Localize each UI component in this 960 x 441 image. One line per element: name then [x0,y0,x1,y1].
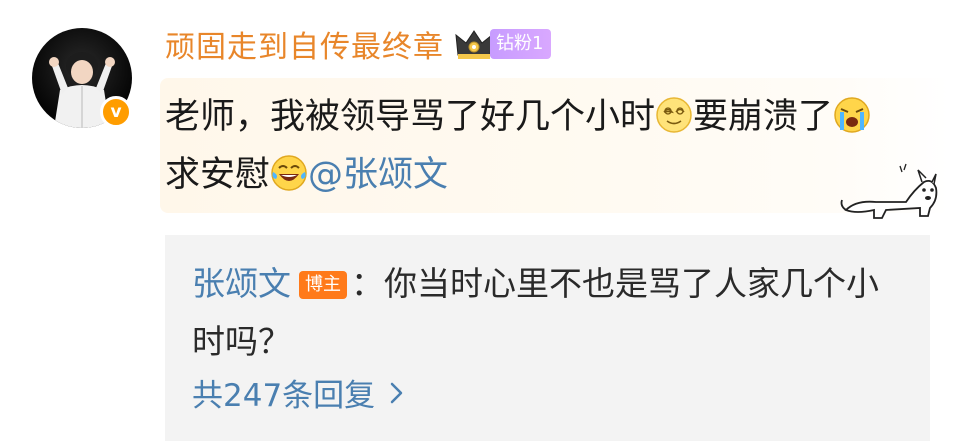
comment-text-part3: 求安慰 [165,155,271,195]
more-replies-link[interactable]: 共247条回复 [192,370,405,415]
more-replies-label: 共247条回复 [192,378,376,414]
username[interactable]: 顽固走到自传最终章 [165,22,444,66]
comment-header: 顽固走到自传最终章 钻粉1 [165,22,552,66]
dizzy-face-emoji [656,97,692,133]
host-badge: 博主 [299,271,347,299]
comment-text-part2: 要崩溃了 [693,97,834,137]
comment-text: 老师，我被领导骂了好几个小时 要崩溃了 求安慰 @张颂文 [165,88,905,204]
mention-link[interactable]: @张颂文 [308,155,448,195]
comment-text-part1: 老师，我被领导骂了好几个小时 [165,97,656,137]
fan-level-badge[interactable]: 钻粉1 [490,29,552,59]
chevron-right-icon [390,382,403,403]
laughing-tears-emoji [271,155,307,191]
crying-face-emoji [834,97,870,133]
crown-icon [455,30,493,59]
reply-body: ：你当时心里不也是骂了人家几个小时吗？ [192,264,879,361]
verified-v-icon: v [100,96,132,128]
reply-author[interactable]: 张颂文 [192,264,291,303]
dog-sticker [840,163,938,219]
reply-text: 张颂文 博主 ：你当时心里不也是骂了人家几个小时吗？ [192,255,892,371]
